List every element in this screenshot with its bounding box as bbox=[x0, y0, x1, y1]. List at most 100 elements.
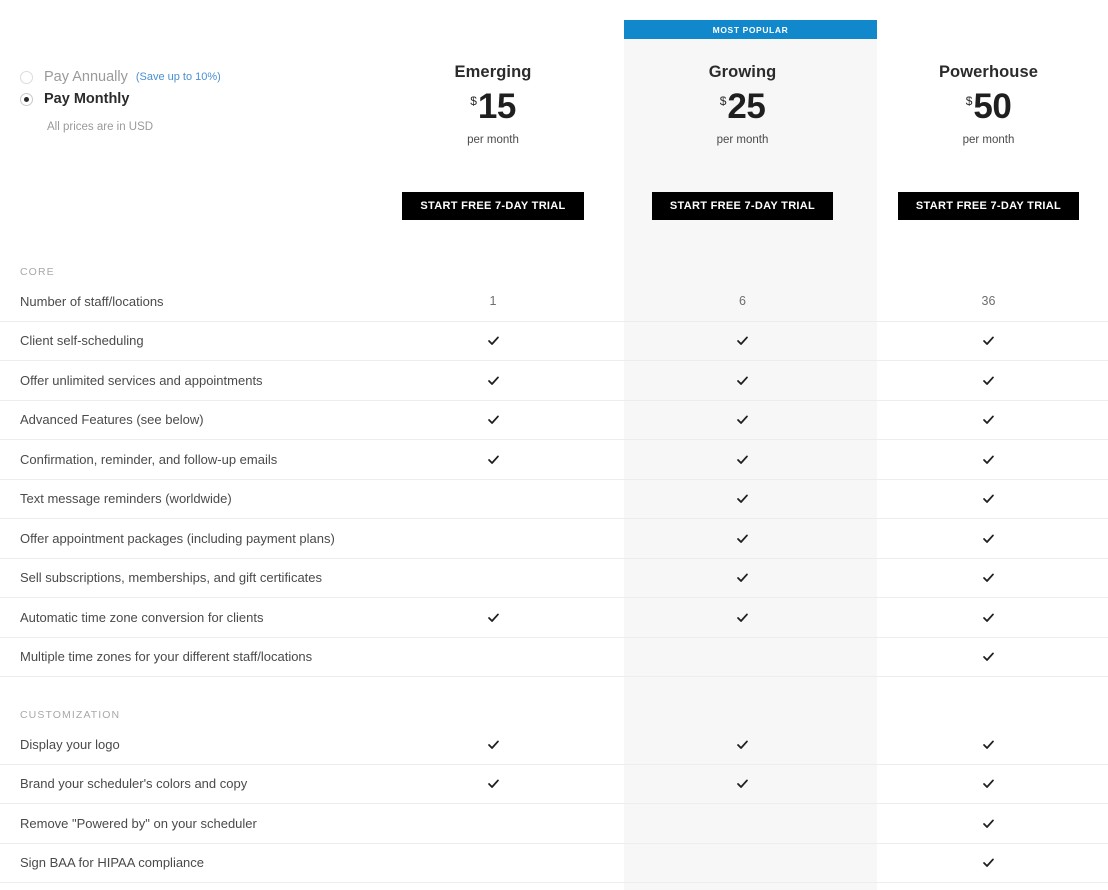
plan-price-emerging: $ 15 bbox=[370, 89, 616, 124]
feature-value-growing bbox=[616, 804, 869, 843]
billing-period-emerging: per month bbox=[467, 134, 519, 146]
check-icon bbox=[983, 652, 994, 662]
check-icon bbox=[983, 376, 994, 385]
feature-value-emerging bbox=[370, 844, 616, 883]
feature-value-growing bbox=[616, 401, 869, 440]
check-icon bbox=[983, 740, 994, 749]
feature-value-powerhouse bbox=[869, 765, 1108, 804]
radio-monthly-icon[interactable] bbox=[20, 92, 33, 106]
pricing-header: Pay Annually (Save up to 10%) Pay Monthl… bbox=[0, 0, 1108, 180]
table-row: Confirmation, reminder, and follow-up em… bbox=[0, 440, 1108, 480]
currency-symbol: $ bbox=[470, 94, 477, 108]
check-icon bbox=[737, 336, 748, 346]
feature-value-emerging bbox=[370, 559, 616, 598]
check-icon bbox=[487, 613, 499, 622]
feature-value-emerging bbox=[370, 883, 616, 890]
table-row: Brand your scheduler's colors and copy bbox=[0, 765, 1108, 804]
section-title: CORE bbox=[20, 266, 55, 278]
section-header-core: CORE bbox=[0, 248, 1108, 282]
plan-name-emerging: Emerging bbox=[454, 63, 532, 81]
table-row: Number of staff/locations 1 6 36 bbox=[0, 282, 1108, 322]
price-amount-growing: 25 bbox=[727, 87, 766, 126]
feature-label: Text message reminders (worldwide) bbox=[20, 491, 232, 507]
feature-label: Confirmation, reminder, and follow-up em… bbox=[20, 451, 278, 467]
feature-value-emerging: 1 bbox=[489, 294, 497, 309]
plan-name-growing: Growing bbox=[708, 63, 777, 81]
feature-value-emerging bbox=[370, 519, 616, 558]
feature-value-growing bbox=[616, 519, 869, 558]
feature-value-emerging bbox=[370, 440, 616, 479]
check-icon bbox=[737, 740, 748, 749]
feature-value-powerhouse bbox=[869, 804, 1108, 843]
feature-label: Sign BAA for HIPAA compliance bbox=[20, 855, 205, 871]
feature-label: Offer appointment packages (including pa… bbox=[20, 530, 335, 546]
plan-header-emerging: Emerging $ 15 per month bbox=[370, 39, 616, 180]
feature-value-growing bbox=[616, 361, 869, 400]
feature-value-emerging bbox=[370, 401, 616, 440]
check-icon bbox=[737, 779, 748, 789]
table-row: Display your logo bbox=[0, 725, 1108, 765]
currency-symbol: $ bbox=[719, 94, 727, 108]
billing-toggle: Pay Annually (Save up to 10%) Pay Monthl… bbox=[0, 39, 370, 133]
start-trial-button-emerging[interactable]: START FREE 7-DAY TRIAL bbox=[402, 192, 584, 220]
feature-value-growing bbox=[616, 598, 869, 637]
check-icon bbox=[737, 415, 748, 425]
feature-value-powerhouse bbox=[869, 598, 1108, 637]
feature-label: Client self-scheduling bbox=[20, 333, 144, 349]
feature-value-powerhouse bbox=[869, 480, 1108, 519]
feature-value-emerging bbox=[370, 765, 616, 804]
check-icon bbox=[737, 534, 748, 543]
feature-label: Number of staff/locations bbox=[20, 293, 164, 309]
billing-option-annually[interactable]: Pay Annually (Save up to 10%) bbox=[20, 66, 370, 88]
feature-value-powerhouse bbox=[869, 638, 1108, 677]
billing-option-monthly[interactable]: Pay Monthly bbox=[20, 88, 370, 110]
feature-value-powerhouse: 36 bbox=[981, 294, 996, 309]
table-row: Remove "Powered by" on your scheduler bbox=[0, 804, 1108, 844]
check-icon bbox=[737, 455, 748, 464]
feature-value-growing bbox=[616, 844, 869, 883]
billing-option-monthly-label: Pay Monthly bbox=[44, 91, 130, 107]
feature-value-growing bbox=[616, 883, 869, 890]
cta-cell-powerhouse: START FREE 7-DAY TRIAL bbox=[869, 180, 1108, 248]
table-row: Text message reminders (worldwide) bbox=[0, 480, 1108, 519]
check-icon bbox=[487, 336, 499, 346]
check-icon bbox=[983, 415, 994, 425]
feature-value-growing bbox=[616, 322, 869, 361]
feature-comparison-table: CORE Number of staff/locations 1 6 36 Client … bbox=[0, 248, 1108, 890]
feature-label: Sell subscriptions, memberships, and gif… bbox=[20, 570, 323, 586]
most-popular-badge: MOST POPULAR bbox=[624, 20, 877, 39]
table-row: Sign BAA for HIPAA compliance bbox=[0, 844, 1108, 883]
feature-label: Offer unlimited services and appointment… bbox=[20, 372, 263, 388]
table-row: Offer unlimited services and appointment… bbox=[0, 361, 1108, 401]
check-icon bbox=[983, 534, 994, 543]
radio-annually-icon[interactable] bbox=[20, 70, 33, 84]
section-header-customization: CUSTOMIZATION bbox=[0, 691, 1108, 725]
table-row: Offer appointment packages (including pa… bbox=[0, 519, 1108, 559]
check-icon bbox=[737, 573, 748, 583]
feature-value-growing bbox=[616, 765, 869, 804]
cta-row: START FREE 7-DAY TRIAL START FREE 7-DAY … bbox=[0, 180, 1108, 248]
feature-value-emerging bbox=[370, 598, 616, 637]
plan-header-growing: Growing $ 25 per month bbox=[616, 39, 869, 180]
billing-period-growing: per month bbox=[716, 134, 769, 146]
feature-value-growing bbox=[616, 480, 869, 519]
start-trial-button-powerhouse[interactable]: START FREE 7-DAY TRIAL bbox=[897, 192, 1080, 220]
feature-value-growing bbox=[616, 638, 869, 677]
feature-value-powerhouse bbox=[869, 361, 1108, 400]
feature-value-powerhouse bbox=[869, 322, 1108, 361]
cta-spacer bbox=[0, 180, 370, 248]
feature-label: Remove "Powered by" on your scheduler bbox=[20, 815, 257, 831]
annual-savings-note[interactable]: (Save up to 10%) bbox=[136, 71, 221, 83]
feature-value-powerhouse bbox=[869, 519, 1108, 558]
check-icon bbox=[737, 494, 748, 504]
feature-value-growing: 6 bbox=[739, 294, 746, 309]
feature-label: Advanced Features (see below) bbox=[20, 412, 204, 428]
check-icon bbox=[737, 613, 748, 622]
check-icon bbox=[983, 613, 994, 622]
billing-toggle-column: Pay Annually (Save up to 10%) Pay Monthl… bbox=[0, 39, 370, 180]
check-icon bbox=[983, 336, 994, 346]
table-row: Automatic time zone conversion for clien… bbox=[0, 598, 1108, 638]
feature-label: Automatic time zone conversion for clien… bbox=[20, 609, 264, 625]
start-trial-button-growing[interactable]: START FREE 7-DAY TRIAL bbox=[651, 192, 834, 220]
